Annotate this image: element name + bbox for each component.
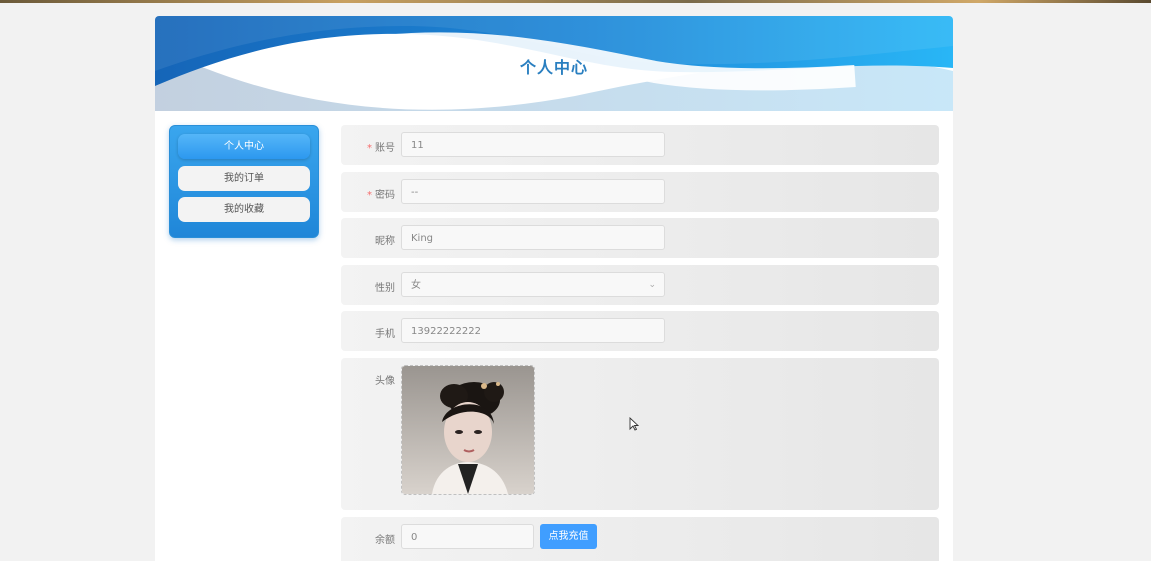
form-row-nickname: 昵称 King	[341, 218, 939, 258]
nickname-input[interactable]: King	[401, 225, 665, 250]
recharge-button[interactable]: 点我充值	[540, 524, 597, 549]
nickname-label: 昵称	[375, 236, 395, 247]
password-label-text: 密码	[375, 190, 395, 201]
avatar-image	[402, 366, 534, 494]
password-label: * 密码	[341, 186, 395, 201]
balance-label: 余额	[375, 535, 395, 546]
form-row-avatar: 头像	[341, 358, 939, 510]
avatar-label: 头像	[375, 376, 395, 387]
profile-panel: 个人中心 个人中心 我的订单 我的收藏 * 账号 11 * 密码 -- 昵称 Kin…	[155, 16, 953, 561]
phone-label: 手机	[375, 329, 395, 340]
background-strip	[0, 0, 1151, 3]
avatar-upload[interactable]	[401, 365, 535, 495]
mouse-cursor-icon	[629, 417, 639, 431]
page-title: 个人中心	[519, 58, 588, 77]
sidebar-item-favorites[interactable]: 我的收藏	[178, 197, 310, 222]
required-mark: *	[367, 143, 372, 154]
account-label: * 账号	[341, 139, 395, 154]
sidebar-item-profile[interactable]: 个人中心	[178, 134, 310, 159]
required-mark: *	[367, 190, 372, 201]
sidebar-item-orders[interactable]: 我的订单	[178, 166, 310, 191]
form-row-password: * 密码 --	[341, 172, 939, 212]
gender-label: 性别	[375, 283, 395, 294]
chevron-down-icon: ⌄	[648, 280, 656, 290]
form-row-phone: 手机 13922222222	[341, 311, 939, 351]
password-input[interactable]: --	[401, 179, 665, 204]
form-row-gender: 性别 女 ⌄	[341, 265, 939, 305]
account-label-text: 账号	[375, 143, 395, 154]
form-row-account: * 账号 11	[341, 125, 939, 165]
balance-input[interactable]: 0	[401, 524, 534, 549]
phone-input[interactable]: 13922222222	[401, 318, 665, 343]
gender-select[interactable]: 女 ⌄	[401, 272, 665, 297]
account-input[interactable]: 11	[401, 132, 665, 157]
form-row-balance: 余额 0 点我充值	[341, 517, 939, 561]
gender-selected-value: 女	[411, 280, 421, 291]
sidebar-menu: 个人中心 我的订单 我的收藏	[169, 125, 319, 238]
